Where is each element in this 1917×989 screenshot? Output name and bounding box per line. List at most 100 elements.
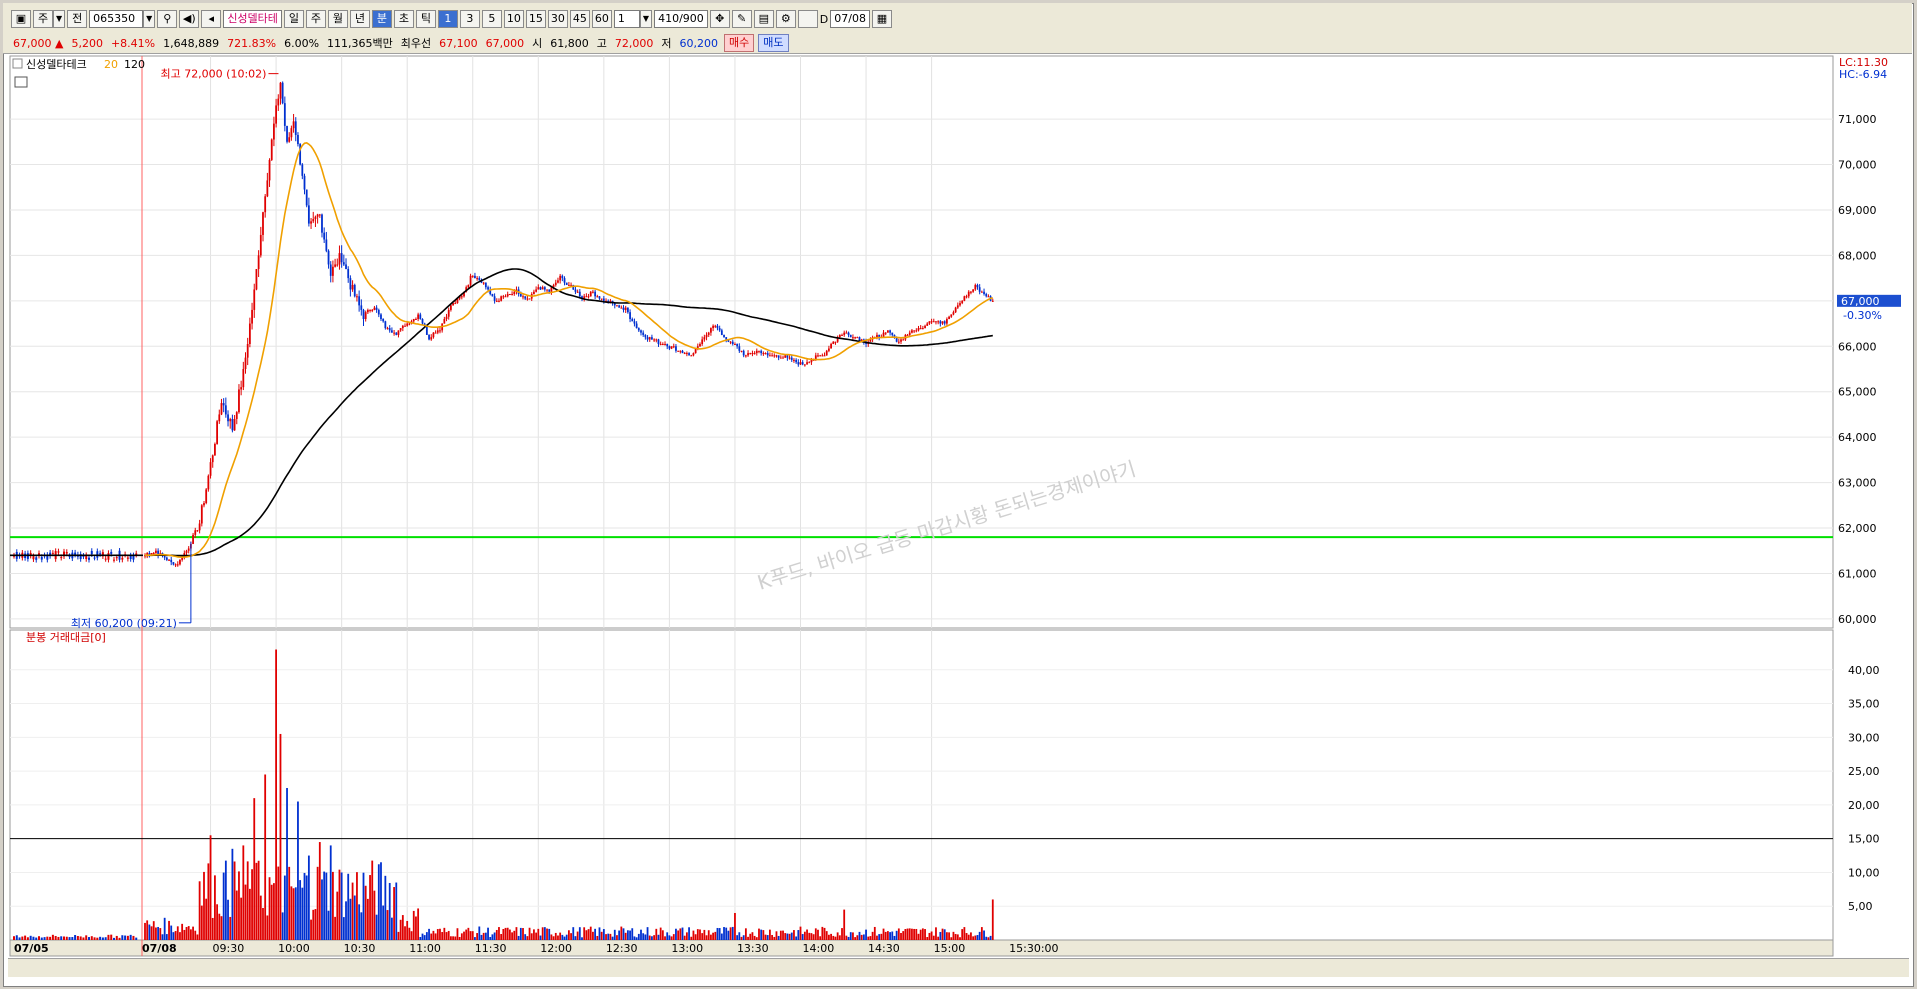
candle	[845, 332, 848, 334]
volume-bar	[386, 910, 389, 940]
price-tick-label: 65,000	[1838, 386, 1877, 399]
volume-bar	[417, 908, 420, 940]
candle	[90, 550, 93, 555]
volume-bar	[924, 929, 926, 940]
volume-bar	[705, 935, 708, 940]
candle	[366, 309, 369, 313]
volume-bar	[456, 928, 459, 940]
candle	[511, 294, 513, 296]
volume-bar	[185, 927, 188, 940]
volume-bar	[852, 932, 854, 940]
candle	[725, 337, 728, 340]
volume-bar	[323, 871, 326, 940]
candle	[589, 291, 592, 297]
candle	[629, 312, 631, 320]
candle	[773, 355, 776, 357]
volume-bar	[945, 932, 948, 940]
candle	[406, 323, 409, 326]
candle	[624, 307, 627, 310]
volume-bar	[198, 881, 201, 940]
volume-bar	[325, 872, 328, 940]
candle	[882, 332, 885, 338]
candle	[626, 307, 629, 313]
candle	[447, 309, 450, 317]
volume-bar	[439, 928, 441, 940]
volume-bar	[71, 937, 74, 940]
candle	[657, 339, 660, 344]
candle	[541, 287, 544, 290]
candle	[926, 323, 929, 326]
x-tick-label: 12:00	[540, 942, 572, 955]
candle	[238, 389, 240, 413]
volume-bar	[659, 927, 662, 940]
volume-bar	[613, 929, 616, 940]
candle	[841, 334, 843, 336]
candle	[356, 296, 358, 298]
candle	[803, 364, 806, 366]
candle	[478, 278, 481, 281]
candle	[251, 309, 253, 324]
candle	[751, 353, 754, 355]
candle	[683, 353, 686, 355]
horizontal-scrollbar[interactable]	[8, 958, 1909, 977]
volume-bar	[548, 928, 551, 940]
candle	[351, 284, 354, 290]
volume-bar	[362, 872, 365, 940]
candle	[445, 316, 448, 320]
volume-bar	[749, 933, 752, 940]
candle	[670, 346, 673, 349]
volume-bar	[784, 933, 787, 940]
volume-bar	[307, 855, 310, 940]
volume-bar	[948, 932, 950, 940]
volume-bar	[871, 931, 874, 940]
volume-bar	[609, 933, 612, 940]
volume-bar	[321, 879, 323, 940]
volume-bar	[18, 937, 21, 940]
candle	[450, 305, 452, 310]
volume-bar	[718, 928, 721, 940]
volume-bar	[519, 927, 522, 940]
candle	[928, 321, 931, 324]
volume-bar	[240, 897, 243, 940]
volume-bar	[51, 934, 54, 940]
candle	[524, 296, 527, 299]
volume-bar	[54, 935, 57, 940]
volume-bar	[203, 871, 205, 940]
candle	[417, 314, 420, 320]
volume-bar	[192, 926, 194, 940]
volume-bar	[310, 919, 312, 940]
volume-bar	[107, 934, 110, 940]
volume-bar	[865, 929, 867, 940]
volume-bar	[598, 927, 601, 940]
candle	[720, 330, 723, 335]
price-volume-chart[interactable]: 07/05 07/08 09:30 10:00 10:30 11:00 11:30 12:00…	[0, 0, 1917, 989]
volume-bar	[286, 788, 288, 940]
candle	[830, 344, 832, 349]
candle	[596, 296, 599, 298]
candle	[819, 355, 822, 357]
candle	[498, 300, 500, 302]
candle	[817, 355, 819, 357]
volume-bar	[476, 933, 479, 940]
volume-bar	[640, 929, 642, 940]
volume-bar	[399, 919, 402, 940]
volume-bar	[919, 929, 922, 940]
candle	[828, 348, 830, 351]
volume-bar	[716, 927, 719, 940]
volume-bar	[189, 929, 192, 940]
volume-bar	[297, 801, 299, 940]
candle	[316, 214, 319, 217]
candle	[240, 387, 243, 390]
candle	[930, 321, 933, 323]
x-tick-label: 15:00	[934, 942, 966, 955]
volume-tick-label: 40,00	[1848, 664, 1880, 677]
volume-bar	[318, 842, 321, 940]
volume-bar	[524, 934, 527, 940]
volume-bar	[533, 929, 535, 940]
volume-bar	[124, 935, 127, 940]
volume-bar	[543, 927, 546, 940]
candle	[653, 339, 656, 341]
volume-bar	[769, 929, 771, 940]
candle	[246, 344, 249, 358]
volume-bar	[666, 932, 669, 940]
